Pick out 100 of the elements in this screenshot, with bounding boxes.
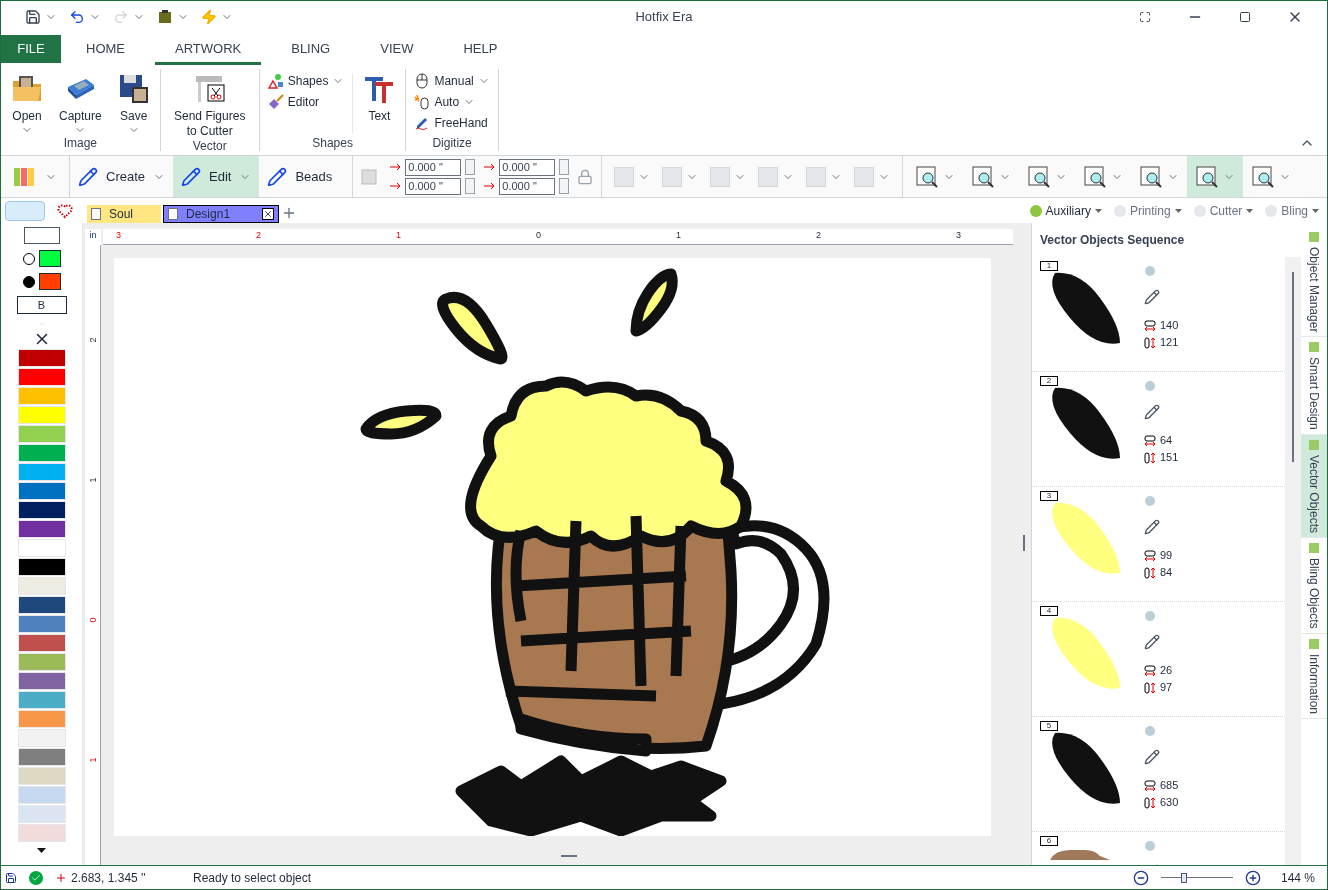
ribbon-tab[interactable]: ARTWORK bbox=[155, 35, 262, 65]
ribbon-button[interactable]: Manual bbox=[410, 70, 494, 91]
palette-swatch[interactable] bbox=[17, 615, 66, 633]
heart-icon[interactable] bbox=[57, 202, 73, 219]
pencil-icon[interactable] bbox=[1144, 749, 1160, 765]
scroll-down-icon[interactable] bbox=[37, 848, 46, 853]
ribbon-tab[interactable]: BLING bbox=[271, 35, 351, 65]
ribbon-button[interactable]: Save bbox=[111, 69, 156, 136]
number-field[interactable]: 0.000 " bbox=[499, 177, 556, 195]
number-field[interactable]: 0.000 " bbox=[405, 177, 462, 195]
fullscreen-icon[interactable] bbox=[1139, 11, 1151, 23]
palette-swatch[interactable] bbox=[17, 444, 66, 462]
ribbon-button[interactable]: Editor bbox=[263, 91, 349, 112]
side-tab[interactable]: Object Manager bbox=[1301, 227, 1327, 338]
globe-icon[interactable] bbox=[1144, 725, 1156, 737]
globe-icon[interactable] bbox=[1144, 610, 1156, 622]
number-field[interactable]: 0.000 " bbox=[499, 158, 556, 176]
palette-swatch[interactable] bbox=[17, 387, 66, 405]
clipboard-icon[interactable] bbox=[157, 9, 173, 25]
legend-thumbnail[interactable] bbox=[23, 227, 60, 244]
ribbon-button[interactable]: Capture bbox=[53, 69, 108, 136]
palette-swatch[interactable] bbox=[17, 520, 66, 538]
pencil-icon[interactable] bbox=[1144, 634, 1160, 650]
save-icon[interactable] bbox=[5, 871, 17, 884]
palette-swatch[interactable] bbox=[17, 786, 66, 804]
ribbon-button[interactable]: Send Figures to Cutter bbox=[164, 69, 255, 139]
layer-toggle[interactable]: Printing bbox=[1113, 201, 1182, 220]
palette-swatch[interactable] bbox=[17, 596, 66, 614]
pencil-icon[interactable] bbox=[1144, 519, 1160, 535]
lightning-icon[interactable] bbox=[201, 9, 217, 25]
globe-icon[interactable] bbox=[1144, 380, 1156, 392]
palette-swatch[interactable] bbox=[17, 767, 66, 785]
zoom-tool-button[interactable] bbox=[1187, 156, 1244, 197]
palette-swatch[interactable] bbox=[17, 406, 66, 424]
document-tab[interactable]: Design1 bbox=[163, 205, 280, 223]
ribbon-button[interactable]: Text bbox=[357, 69, 402, 124]
layer-toggle[interactable]: Bling bbox=[1265, 201, 1319, 220]
save-icon[interactable] bbox=[25, 9, 41, 25]
maximize-icon[interactable] bbox=[1239, 11, 1251, 23]
splitter-handle[interactable] bbox=[561, 855, 577, 857]
side-tab[interactable]: Information bbox=[1301, 633, 1327, 719]
zoom-out-icon[interactable] bbox=[1133, 869, 1149, 886]
ribbon-button[interactable]: Open bbox=[5, 69, 49, 136]
document-tab[interactable]: Soul bbox=[87, 205, 162, 223]
palette-swatch[interactable] bbox=[17, 824, 66, 842]
palette-swatch[interactable] bbox=[17, 482, 66, 500]
ribbon-tab[interactable]: HELP bbox=[443, 35, 518, 65]
mode-button[interactable]: Beads bbox=[259, 156, 341, 197]
color-swatch[interactable] bbox=[38, 273, 61, 290]
palette-swatch[interactable] bbox=[17, 691, 66, 709]
side-tab[interactable]: Vector Objects bbox=[1301, 435, 1327, 539]
palette-swatch[interactable] bbox=[17, 425, 66, 443]
palette-swatch[interactable] bbox=[17, 368, 66, 386]
spinner-icon[interactable] bbox=[559, 159, 570, 175]
globe-icon[interactable] bbox=[1144, 495, 1156, 507]
zoom-in-icon[interactable] bbox=[1245, 869, 1261, 886]
palette-swatch[interactable] bbox=[17, 729, 66, 747]
palette-swatch[interactable] bbox=[17, 805, 66, 823]
pencil-icon[interactable] bbox=[1144, 289, 1160, 305]
spinner-icon[interactable] bbox=[559, 178, 570, 194]
redo-icon[interactable] bbox=[113, 9, 129, 25]
mode-button[interactable]: Create bbox=[70, 156, 174, 197]
layer-toggle[interactable]: Cutter bbox=[1193, 201, 1254, 220]
palette-swatch[interactable] bbox=[17, 577, 66, 595]
close-tab-icon[interactable] bbox=[262, 208, 275, 220]
ribbon-button[interactable]: FreeHand bbox=[410, 112, 494, 133]
zoom-slider[interactable] bbox=[1161, 872, 1233, 883]
palette-swatch[interactable] bbox=[17, 748, 66, 766]
slider-thumb[interactable] bbox=[1180, 872, 1187, 883]
shapes-tool-button[interactable] bbox=[5, 200, 45, 221]
palette-swatch[interactable] bbox=[17, 501, 66, 519]
mode-button[interactable]: Edit bbox=[173, 156, 260, 197]
palette-swatch[interactable] bbox=[17, 653, 66, 671]
ribbon-tab[interactable]: VIEW bbox=[360, 35, 434, 65]
palette-swatch[interactable] bbox=[17, 672, 66, 690]
ribbon-button[interactable]: Shapes bbox=[263, 70, 349, 91]
palette-swatch[interactable] bbox=[17, 349, 66, 367]
scrollbar-thumb[interactable] bbox=[1292, 272, 1294, 462]
layer-toggle[interactable]: Auxiliary bbox=[1029, 201, 1102, 220]
ribbon-tab[interactable]: HOME bbox=[66, 35, 145, 65]
lock-icon[interactable] bbox=[577, 168, 594, 185]
palette-swatch[interactable] bbox=[17, 710, 66, 728]
palette-swatch[interactable] bbox=[17, 463, 66, 481]
pencil-icon[interactable] bbox=[1144, 404, 1160, 420]
globe-icon[interactable] bbox=[1144, 840, 1156, 852]
undo-icon[interactable] bbox=[69, 9, 85, 25]
spinner-icon[interactable] bbox=[465, 159, 476, 175]
spinner-icon[interactable] bbox=[465, 178, 476, 194]
ribbon-button[interactable]: Auto bbox=[410, 91, 494, 112]
side-tab[interactable]: Bling Objects bbox=[1301, 538, 1327, 634]
color-swatch[interactable] bbox=[38, 250, 61, 267]
bold-button[interactable]: B bbox=[16, 296, 67, 314]
file-tab[interactable]: FILE bbox=[1, 35, 61, 63]
globe-icon[interactable] bbox=[1144, 265, 1156, 277]
palette-swatch[interactable] bbox=[17, 558, 66, 576]
palette-swatch[interactable] bbox=[17, 634, 66, 652]
scrollbar[interactable] bbox=[1285, 257, 1301, 865]
number-field[interactable]: 0.000 " bbox=[405, 158, 462, 176]
splitter-handle[interactable] bbox=[1023, 535, 1025, 551]
palette-swatch[interactable] bbox=[17, 539, 66, 557]
